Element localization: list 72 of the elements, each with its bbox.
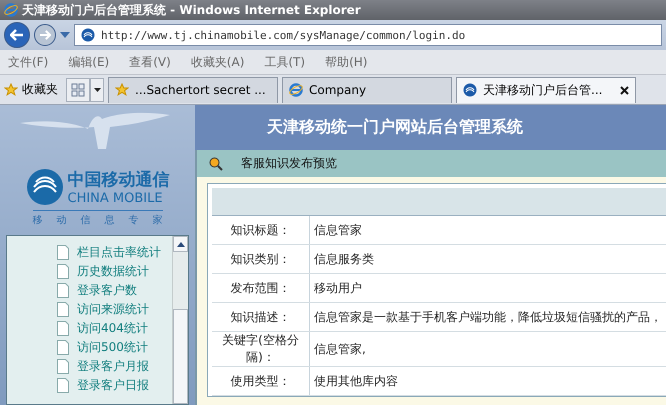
magnifier-icon xyxy=(209,156,223,170)
tab-list-button[interactable] xyxy=(90,78,104,102)
tree-item[interactable]: 历史数据统计 xyxy=(77,263,149,280)
field-value: 信息管家 xyxy=(313,222,363,238)
panel-title: 客服知识发布预览 xyxy=(241,155,337,172)
logo-icon xyxy=(26,168,64,206)
up-arrow-icon xyxy=(176,242,184,246)
browser-tab[interactable]: 天津移动门户后台管... xyxy=(456,76,636,102)
browser-e-icon xyxy=(4,3,18,17)
slogan-character: 息 xyxy=(104,214,114,227)
star-icon xyxy=(4,82,18,96)
slogan-character: 动 xyxy=(56,214,66,227)
logo-name: 中国移动通信 xyxy=(68,169,170,191)
field-label: 知识标题： xyxy=(212,216,310,244)
document-icon xyxy=(57,283,69,298)
close-icon[interactable] xyxy=(620,86,629,94)
menu-item[interactable]: 查看(V) xyxy=(129,54,171,70)
field-value: 信息服务类 xyxy=(313,250,375,268)
forward-button[interactable] xyxy=(34,24,56,46)
dropdown-caret-icon[interactable] xyxy=(60,32,70,38)
document-icon xyxy=(57,321,69,336)
browser-tab[interactable]: Company xyxy=(282,76,452,102)
browser-tab[interactable]: ...Sachertort secret ... xyxy=(108,76,278,102)
tree-item[interactable]: 访问500统计 xyxy=(77,339,148,356)
document-icon xyxy=(57,359,69,374)
menu-item[interactable]: 文件(F) xyxy=(8,54,48,70)
document-icon xyxy=(57,264,69,279)
tree-item[interactable]: 登录客户数 xyxy=(77,282,137,299)
slogan-character: 专 xyxy=(128,214,138,227)
field-value: 移动用户 xyxy=(313,280,363,296)
swirl-logo-icon xyxy=(81,28,95,42)
swirl-logo-icon xyxy=(463,83,477,97)
slogan-character: 家 xyxy=(152,214,162,227)
document-icon xyxy=(57,378,69,393)
logo-latin-name: CHINA MOBILE xyxy=(68,191,164,206)
menu-item[interactable]: 帮助(H) xyxy=(325,54,368,70)
tree-item[interactable]: 登录客户月报 xyxy=(77,358,149,375)
field-value: 信息管家是一款基于手机客户端功能，降低垃圾短信骚扰的产品， xyxy=(313,308,663,326)
forward-arrow-icon xyxy=(39,30,51,40)
slogan-character: 信 xyxy=(80,214,90,227)
quick-tabs-button[interactable] xyxy=(66,78,90,102)
menu-item[interactable]: 编辑(E) xyxy=(68,54,110,70)
scroll-thumb[interactable] xyxy=(173,309,188,404)
field-label: 知识类别： xyxy=(212,245,310,273)
menu-item[interactable]: 收藏夹(A) xyxy=(190,54,244,70)
scroll-up-button[interactable] xyxy=(173,236,188,252)
back-button[interactable] xyxy=(4,22,30,48)
field-value: 使用其他库内容 xyxy=(313,372,399,390)
star-icon xyxy=(115,83,129,97)
slogan-character: 移 xyxy=(32,214,42,227)
tree-item[interactable]: 登录客户日报 xyxy=(77,377,149,394)
browser-e-icon xyxy=(289,83,303,97)
tree-item[interactable]: 栏目点击率统计 xyxy=(77,244,161,261)
grid-icon xyxy=(71,82,85,96)
field-label: 使用类型： xyxy=(212,367,310,395)
tree-item[interactable]: 访问来源统计 xyxy=(77,301,149,318)
field-label: 关键字(空格分隔)： xyxy=(212,332,310,366)
document-icon xyxy=(57,245,69,260)
address-field[interactable]: http://www.tj.chinamobile.com/sysManage/common/login.do xyxy=(74,24,662,46)
field-label: 发布范围： xyxy=(212,274,310,302)
scrollbar[interactable] xyxy=(172,236,188,404)
window-title: 天津移动门户后台管理系统 - Windows Internet Explorer xyxy=(22,2,361,18)
document-icon xyxy=(57,302,69,317)
field-label: 知识描述： xyxy=(212,303,310,331)
caret-icon xyxy=(94,88,100,92)
back-arrow-icon xyxy=(10,29,24,41)
field-value: 信息管家, xyxy=(313,340,367,358)
menu-item[interactable]: 工具(T) xyxy=(264,54,306,70)
document-icon xyxy=(57,340,69,355)
favorites-button[interactable]: 收藏夹 xyxy=(0,75,66,104)
tree-item[interactable]: 访问404统计 xyxy=(77,320,148,337)
site-title: 天津移动统一门户网站后台管理系统 xyxy=(267,117,523,138)
